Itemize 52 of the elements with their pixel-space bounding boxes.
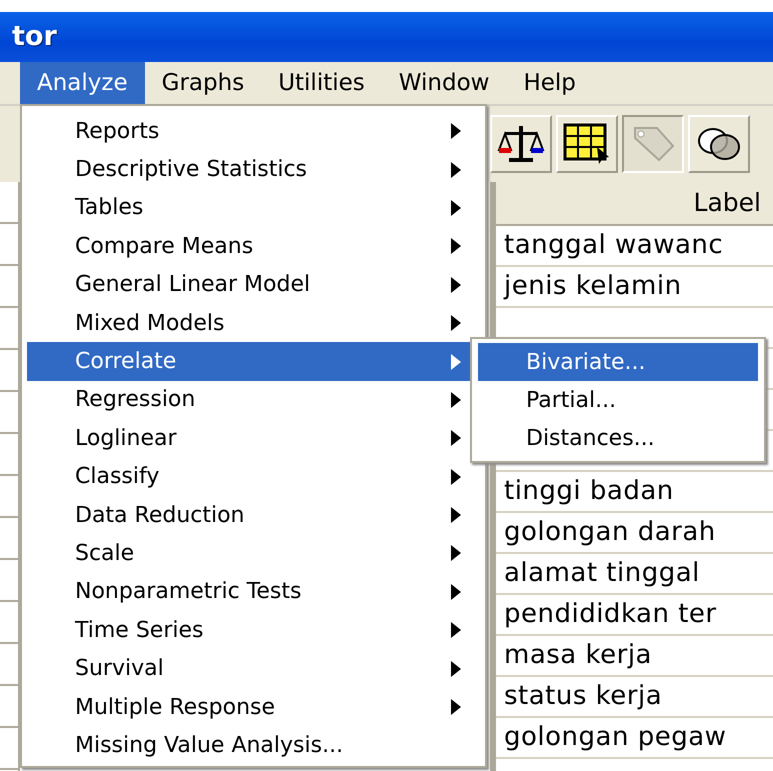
menu-item[interactable]: Distances... [478, 419, 758, 457]
column-header[interactable]: Label [496, 182, 773, 226]
menu-item[interactable]: Graphs [144, 62, 262, 104]
menu-item[interactable]: Tables [27, 188, 480, 228]
menu-item[interactable]: Window [382, 62, 506, 104]
menu-item[interactable]: Descriptive Statistics [27, 150, 480, 189]
table-cell-text: golongan pegaw [504, 721, 726, 754]
submenu-arrow-icon [450, 698, 462, 716]
submenu-arrow-icon [450, 122, 462, 140]
table-cell-text: jenis kelamin [504, 270, 682, 303]
submenu-arrow-icon [450, 468, 462, 486]
menu-item[interactable]: Help [506, 62, 593, 104]
table-cell-text: tanggal wawanc [504, 229, 724, 262]
menu-item[interactable]: Classify [27, 458, 480, 496]
menu-item[interactable]: Multiple Response [27, 688, 480, 726]
submenu-arrow-icon [450, 544, 462, 562]
table-cell-text: masa kerja [504, 639, 652, 672]
menu-item[interactable]: General Linear Model [27, 266, 480, 304]
table-cell-text: golongan darah [504, 516, 716, 549]
table-cell-text: pendididkan ter [504, 598, 717, 631]
window-title: tor [12, 20, 57, 54]
submenu-arrow-icon [450, 582, 462, 601]
submenu-arrow-icon [450, 429, 462, 448]
table-cell-text: alamat tinggal [504, 557, 700, 590]
submenu-arrow-icon [450, 352, 462, 371]
submenu-arrow-icon [450, 237, 462, 256]
submenu-arrow-icon [450, 621, 462, 640]
menu-item[interactable]: Missing Value Analysis... [27, 726, 480, 765]
table-cell-text: tinggi badan [504, 475, 674, 508]
menu-item[interactable]: Nonparametric Tests [27, 572, 480, 612]
menu-item[interactable]: Loglinear [27, 419, 480, 458]
submenu-arrow-icon [450, 276, 462, 294]
submenu-arrow-icon [450, 160, 462, 179]
menu-item[interactable]: Analyze [20, 62, 145, 104]
menu-item[interactable]: Mixed Models [27, 304, 480, 342]
menu-item[interactable]: Scale [27, 534, 480, 573]
table-cell-text: status kerja [504, 680, 662, 713]
scale-icon [497, 124, 545, 164]
menu-item[interactable]: Reports [27, 112, 480, 150]
menu-item[interactable]: Utilities [261, 62, 382, 104]
menu-item[interactable]: Data Reduction [27, 496, 480, 534]
menu-item[interactable]: Partial... [478, 381, 758, 419]
submenu-arrow-icon [450, 660, 462, 678]
submenu-arrow-icon [450, 506, 462, 524]
submenu-arrow-icon [450, 198, 462, 217]
menu-item[interactable]: Regression [27, 380, 480, 420]
submenu-arrow-icon [450, 314, 462, 332]
menu-item[interactable]: Compare Means [27, 227, 480, 266]
menu-item[interactable]: Survival [27, 649, 480, 688]
menu-item[interactable]: Bivariate... [478, 343, 758, 381]
submenu-arrow-icon [450, 390, 462, 409]
menu-item[interactable]: Time Series [27, 611, 480, 650]
